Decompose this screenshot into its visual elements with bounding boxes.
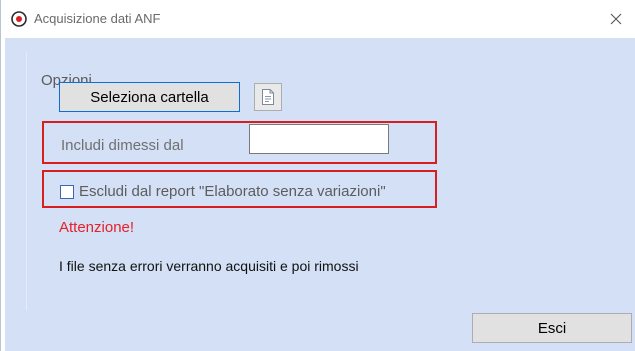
close-icon [610,13,622,25]
include-discharged-label: Includi dimessi dal [61,137,184,154]
exclude-report-checkbox[interactable] [60,185,74,199]
info-text: I file senza errori verranno acquisiti e… [59,258,359,274]
title-bar[interactable]: Acquisizione dati ANF [1,0,635,38]
close-button[interactable] [605,8,627,30]
document-button[interactable] [254,83,282,111]
dialog-window: Acquisizione dati ANF Opzioni Seleziona … [0,0,635,351]
select-folder-button[interactable]: Seleziona cartella [59,82,240,112]
warning-text: Attenzione! [59,219,135,236]
dialog-body: Opzioni Seleziona cartella Includi dimes… [5,38,635,351]
include-discharged-date-input[interactable] [249,124,389,154]
exclude-report-label[interactable]: Escludi dal report "Elaborato senza vari… [79,183,386,200]
app-icon [11,11,27,27]
document-icon [262,89,274,105]
exit-button[interactable]: Esci [472,313,632,343]
window-title: Acquisizione dati ANF [34,11,161,26]
